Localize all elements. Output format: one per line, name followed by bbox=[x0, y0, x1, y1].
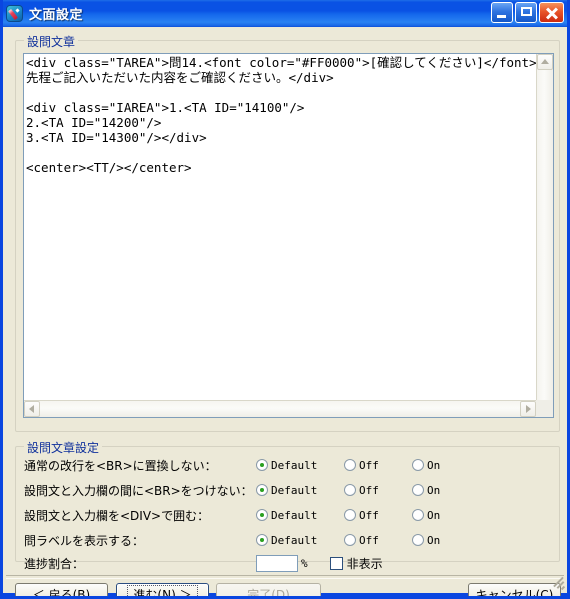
radio-label: Off bbox=[359, 533, 379, 547]
setting-row-question-label: 問ラベルを表示する： Default Off On bbox=[24, 530, 551, 550]
cancel-button-label: キャンセル(C) bbox=[475, 588, 554, 599]
minimize-icon[interactable] bbox=[491, 2, 513, 23]
radio-question-label-on[interactable]: On bbox=[412, 534, 440, 547]
radio-br-replace-off[interactable]: Off bbox=[344, 459, 402, 472]
radio-dot-icon bbox=[344, 509, 356, 521]
radio-div-wrap-off[interactable]: Off bbox=[344, 509, 402, 522]
editor-vertical-scrollbar[interactable] bbox=[536, 54, 553, 400]
pencil-icon bbox=[6, 5, 23, 22]
scroll-up-icon[interactable] bbox=[537, 54, 553, 70]
radio-group-question-label: Default Off On bbox=[256, 534, 440, 547]
question-text-group: 設問文章 <div class="TAREA">問14.<font color=… bbox=[15, 33, 560, 432]
radio-label: Off bbox=[359, 458, 379, 472]
radio-label: On bbox=[427, 508, 441, 522]
progress-percent-input[interactable] bbox=[256, 554, 298, 572]
setting-label-div-wrap: 設問文と入力欄を<DIV>で囲む： bbox=[24, 508, 210, 523]
question-text-content[interactable]: <div class="TAREA">問14.<font color="#FF0… bbox=[24, 54, 536, 400]
setting-label-br-between: 設問文と入力欄の間に<BR>をつけない： bbox=[24, 483, 253, 498]
window-title: 文面設定 bbox=[29, 8, 84, 23]
radio-dot-icon bbox=[344, 484, 356, 496]
title-bar[interactable]: 文面設定 bbox=[3, 0, 567, 27]
next-button[interactable]: 進む(N) ＞ bbox=[116, 583, 209, 596]
question-text-editor[interactable]: <div class="TAREA">問14.<font color="#FF0… bbox=[23, 53, 554, 418]
hide-checkbox-label: 非表示 bbox=[346, 556, 383, 571]
finish-button-label: 完了(D) bbox=[247, 588, 290, 599]
scrollbar-corner bbox=[536, 400, 553, 417]
radio-label: Default bbox=[271, 533, 318, 547]
footer-separator bbox=[6, 575, 564, 579]
radio-label: Off bbox=[359, 508, 379, 522]
radio-br-between-default[interactable]: Default bbox=[256, 484, 334, 497]
window-controls bbox=[491, 2, 564, 23]
setting-row-div-wrap: 設問文と入力欄を<DIV>で囲む： Default Off On bbox=[24, 505, 551, 525]
setting-row-br-replace: 通常の改行を<BR>に置換しない： Default Off On bbox=[24, 455, 551, 475]
radio-div-wrap-default[interactable]: Default bbox=[256, 509, 334, 522]
radio-dot-icon bbox=[256, 509, 268, 521]
dialog-body: 設問文章 <div class="TAREA">問14.<font color=… bbox=[3, 27, 567, 596]
editor-horizontal-scrollbar[interactable] bbox=[24, 400, 536, 417]
radio-question-label-off[interactable]: Off bbox=[344, 534, 402, 547]
radio-label: Default bbox=[271, 508, 318, 522]
radio-br-between-on[interactable]: On bbox=[412, 484, 440, 497]
setting-row-br-between: 設問文と入力欄の間に<BR>をつけない： Default Off On bbox=[24, 480, 551, 500]
radio-label: On bbox=[427, 458, 441, 472]
settings-group: 設問文章設定 通常の改行を<BR>に置換しない： Default Off On bbox=[15, 439, 560, 572]
resize-grip[interactable] bbox=[551, 576, 566, 591]
radio-dot-icon bbox=[412, 484, 424, 496]
radio-group-div-wrap: Default Off On bbox=[256, 509, 440, 522]
radio-label: Default bbox=[271, 483, 318, 497]
next-button-label: 進む(N) ＞ bbox=[127, 585, 198, 596]
radio-dot-icon bbox=[412, 534, 424, 546]
radio-dot-icon bbox=[412, 509, 424, 521]
radio-dot-icon bbox=[256, 459, 268, 471]
scroll-left-icon[interactable] bbox=[24, 401, 40, 417]
setting-label-question-label: 問ラベルを表示する： bbox=[24, 533, 145, 548]
radio-dot-icon bbox=[256, 484, 268, 496]
finish-button: 完了(D) bbox=[216, 583, 321, 599]
radio-label: On bbox=[427, 533, 441, 547]
radio-dot-icon bbox=[412, 459, 424, 471]
settings-group-legend: 設問文章設定 bbox=[24, 439, 103, 456]
percent-sign: % bbox=[301, 556, 308, 570]
radio-label: On bbox=[427, 483, 441, 497]
close-icon[interactable] bbox=[539, 2, 564, 23]
radio-br-replace-default[interactable]: Default bbox=[256, 459, 334, 472]
back-button-label: ＜ 戻る(B) bbox=[32, 588, 91, 599]
radio-question-label-default[interactable]: Default bbox=[256, 534, 334, 547]
radio-br-replace-on[interactable]: On bbox=[412, 459, 440, 472]
setting-label-br-replace: 通常の改行を<BR>に置換しない： bbox=[24, 458, 217, 473]
question-text-group-legend: 設問文章 bbox=[24, 33, 79, 50]
radio-label: Default bbox=[271, 458, 318, 472]
radio-div-wrap-on[interactable]: On bbox=[412, 509, 440, 522]
setting-row-progress: 進捗割合： % 非表示 bbox=[24, 553, 551, 573]
radio-group-br-replace: Default Off On bbox=[256, 459, 440, 472]
radio-group-br-between: Default Off On bbox=[256, 484, 440, 497]
radio-dot-icon bbox=[256, 534, 268, 546]
dialog-window: 文面設定 設問文章 <div class="TAREA">問14.<font c… bbox=[0, 0, 570, 599]
hide-checkbox[interactable] bbox=[329, 556, 343, 570]
scroll-right-icon[interactable] bbox=[520, 401, 536, 417]
maximize-icon[interactable] bbox=[515, 2, 537, 23]
radio-dot-icon bbox=[344, 534, 356, 546]
back-button[interactable]: ＜ 戻る(B) bbox=[15, 583, 108, 599]
radio-dot-icon bbox=[344, 459, 356, 471]
setting-label-progress: 進捗割合： bbox=[24, 556, 85, 571]
radio-label: Off bbox=[359, 483, 379, 497]
radio-br-between-off[interactable]: Off bbox=[344, 484, 402, 497]
cancel-button[interactable]: キャンセル(C) bbox=[468, 583, 561, 599]
